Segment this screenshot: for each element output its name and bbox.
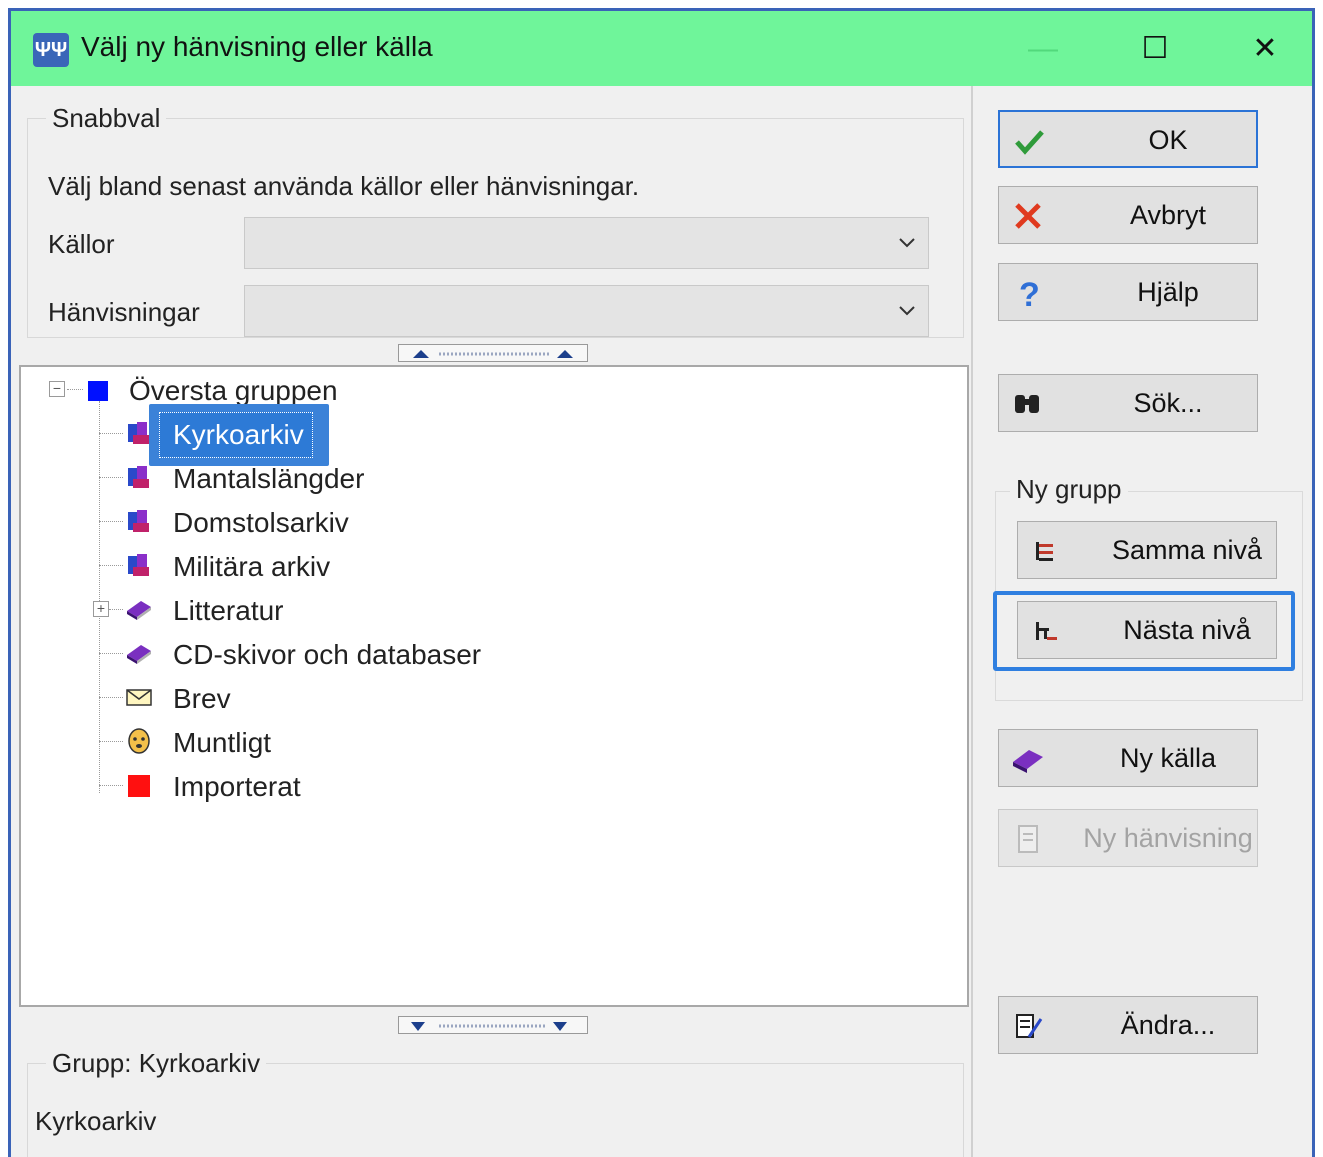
help-button[interactable]: ? Hjälp (998, 263, 1258, 321)
search-button[interactable]: Sök... (998, 374, 1258, 432)
books-icon (128, 466, 149, 488)
tree-connector (99, 565, 123, 566)
tree-connector (99, 401, 100, 793)
window-title: Välj ny hänvisning eller källa (81, 31, 433, 62)
sources-label: Källor (48, 229, 115, 259)
books-icon (128, 510, 149, 532)
books-icon (128, 422, 149, 444)
tree-item-kyrkoarkiv[interactable]: Kyrkoarkiv (173, 415, 304, 455)
svg-text:?: ? (1019, 276, 1040, 310)
quick-select-legend: Snabbval (46, 103, 167, 134)
books-icon (128, 554, 149, 576)
new-group-legend: Ny grupp (1010, 474, 1128, 505)
tree-item-cd-skivor[interactable]: CD-skivor och databaser (173, 635, 481, 675)
tree-item-domstolsarkiv[interactable]: Domstolsarkiv (173, 503, 349, 543)
book-icon (127, 645, 151, 664)
sources-dropdown[interactable] (244, 217, 929, 269)
book-icon (1013, 750, 1043, 773)
tree-item-militara-arkiv[interactable]: Militära arkiv (173, 547, 330, 587)
collapse-up-icon (413, 350, 573, 358)
group-details-text: Kyrkoarkiv (35, 1106, 157, 1136)
collapse-toggle[interactable]: − (49, 381, 65, 397)
help-label: Hjälp (1137, 277, 1199, 307)
cancel-button[interactable]: Avbryt (998, 186, 1258, 244)
tree-connector (99, 697, 123, 698)
group-details: Grupp: Kyrkoarkiv (27, 1048, 964, 1157)
quick-select-description: Välj bland senast använda källor eller h… (48, 171, 640, 201)
checkmark-icon (1015, 130, 1044, 155)
family-tree-icon: ΨΨ (33, 33, 69, 67)
new-reference-button[interactable]: Ny hänvisning (998, 809, 1258, 867)
tree-connector (99, 521, 123, 522)
collapse-down-icon (411, 1022, 567, 1031)
tree-item-litteratur[interactable]: Litteratur (173, 591, 284, 631)
same-level-button[interactable]: Samma nivå (1017, 521, 1277, 579)
tree-item-importerat[interactable]: Importerat (173, 767, 301, 807)
envelope-icon (126, 689, 152, 706)
same-level-label: Samma nivå (1111, 535, 1263, 565)
same-level-icon (1036, 542, 1053, 561)
edit-label: Ändra... (1120, 1010, 1216, 1040)
search-label: Sök... (1133, 388, 1203, 418)
tree-item-brev[interactable]: Brev (173, 679, 231, 719)
tree-item-muntligt[interactable]: Muntligt (173, 723, 271, 763)
red-square-icon (128, 775, 150, 797)
minimize-button[interactable]: — (1015, 25, 1071, 73)
edit-button[interactable]: Ändra... (998, 996, 1258, 1054)
bottom-splitter[interactable] (398, 1016, 588, 1034)
new-source-label: Ny källa (1119, 743, 1217, 773)
chevron-down-icon (899, 306, 915, 316)
new-source-button[interactable]: Ny källa (998, 729, 1258, 787)
document-icon (1018, 825, 1038, 853)
face-icon (128, 728, 150, 754)
ok-button[interactable]: OK (998, 110, 1258, 168)
edit-document-icon (1016, 1014, 1043, 1038)
quick-select-group: Snabbval Välj bland senast använda källo… (27, 103, 964, 338)
references-label: Hänvisningar (48, 297, 200, 327)
new-reference-label: Ny hänvisning (1083, 823, 1253, 853)
references-dropdown[interactable] (244, 285, 929, 337)
cancel-label: Avbryt (1129, 200, 1207, 230)
group-details-legend: Grupp: Kyrkoarkiv (46, 1048, 267, 1079)
cross-icon (1015, 203, 1041, 229)
chevron-down-icon (899, 238, 915, 248)
tree-connector (99, 477, 123, 478)
tree-connector (99, 741, 123, 742)
top-splitter[interactable] (398, 344, 588, 362)
close-button[interactable]: ✕ (1237, 25, 1293, 73)
expand-toggle[interactable]: + (93, 601, 109, 617)
left-pane: Snabbval Välj bland senast använda källo… (11, 86, 971, 1157)
ok-label: OK (1148, 125, 1188, 155)
title-bar[interactable]: ΨΨ Välj ny hänvisning eller källa — ☐ ✕ (11, 11, 1312, 86)
tree-connector (99, 433, 123, 434)
binoculars-icon (1015, 395, 1039, 413)
dialog-window: ΨΨ Välj ny hänvisning eller källa — ☐ ✕ … (8, 8, 1315, 1157)
next-level-highlight (993, 591, 1295, 671)
tree-item-mantalslangder[interactable]: Mantalslängder (173, 459, 364, 499)
pane-divider (971, 86, 973, 1157)
source-tree[interactable]: − Översta gruppen Kyrkoarkiv Mantalsläng… (19, 365, 969, 1007)
tree-connector (109, 609, 123, 610)
tree-connector (99, 785, 123, 786)
book-icon (127, 601, 151, 620)
question-icon: ? (1019, 276, 1040, 310)
maximize-button[interactable]: ☐ (1127, 25, 1183, 73)
tree-connector (99, 653, 123, 654)
blue-square-icon (88, 381, 108, 401)
tree-connector (67, 389, 83, 390)
